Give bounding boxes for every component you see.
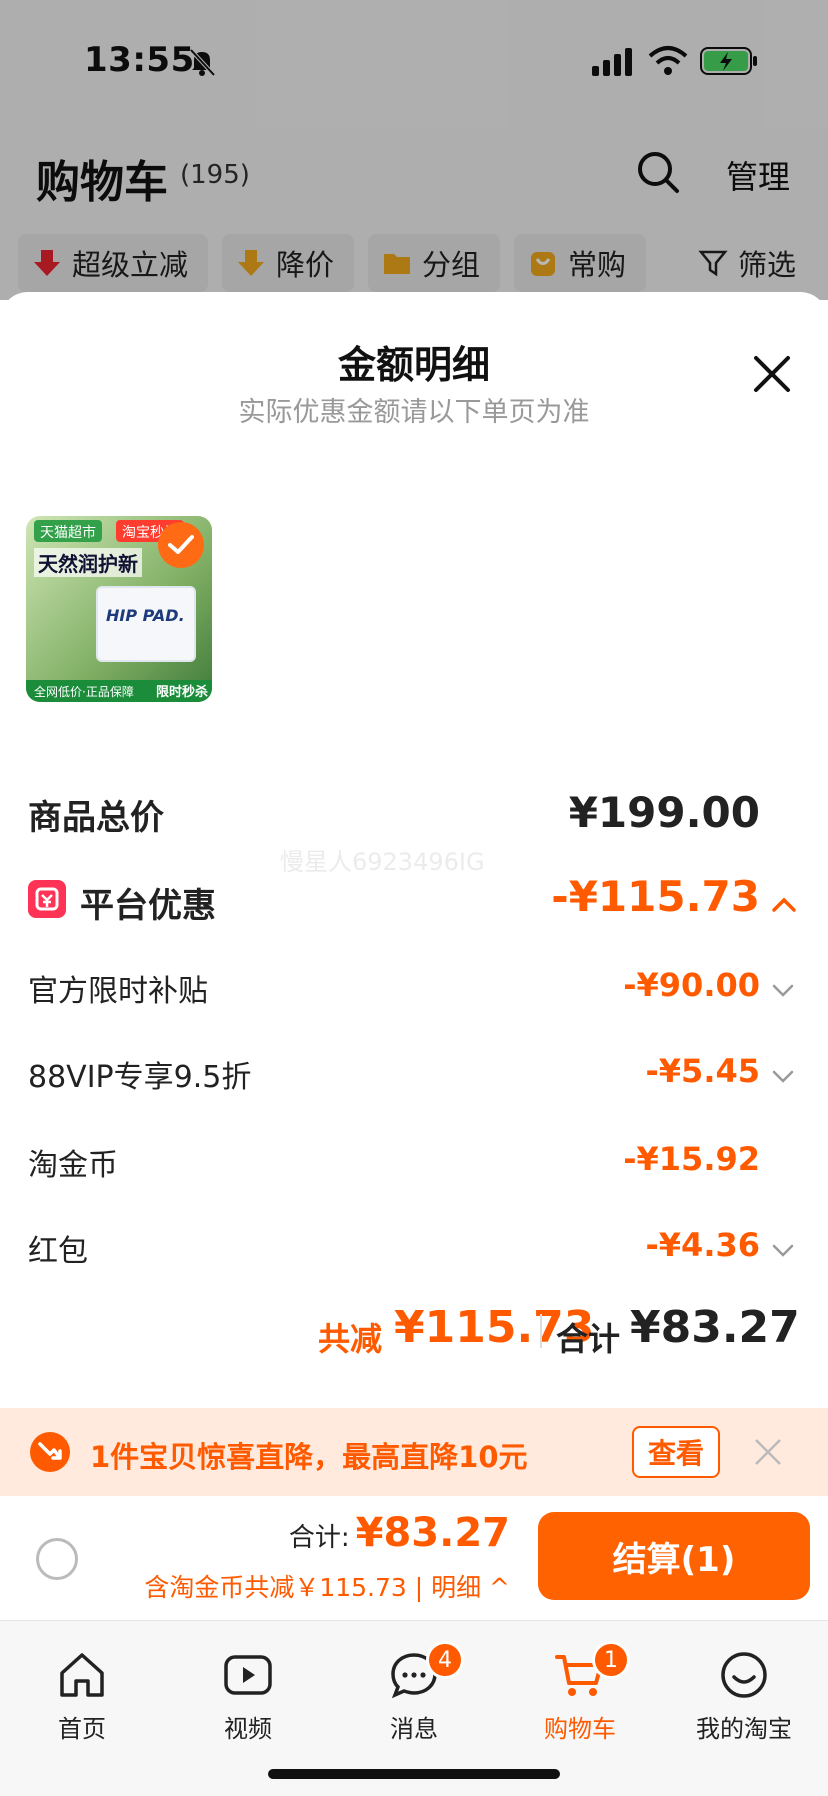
checkout-detail-link[interactable]: 含淘金币共减￥115.73 | 明细 ^ — [144, 1568, 510, 1604]
promo-view-button[interactable]: 查看 — [632, 1426, 720, 1478]
platform-discount-label: 平台优惠 — [80, 886, 216, 926]
thumb-bottom-right: 限时秒杀 — [155, 685, 208, 700]
red-packet-value: -¥4.36 — [645, 1226, 761, 1264]
profile-icon — [721, 1652, 767, 1698]
selected-check-icon[interactable] — [158, 522, 204, 568]
platform-discount-row[interactable]: 平台优惠 -¥115.73 — [0, 870, 828, 930]
vip-discount-row[interactable]: 88VIP专享9.5折 -¥5.45 — [0, 1050, 828, 1100]
thumb-headline: 天然润护新 — [34, 548, 142, 577]
chevron-down-icon[interactable] — [772, 1070, 794, 1084]
summary-divider — [540, 1314, 542, 1348]
saved-label: 共减 — [318, 1320, 383, 1358]
price-drop-icon — [30, 1432, 70, 1472]
checkout-button[interactable]: 结算(1) — [538, 1512, 810, 1600]
gold-coin-row: 淘金币 -¥15.92 — [0, 1138, 828, 1188]
tab-home[interactable]: 首页 — [22, 1631, 142, 1744]
chevron-down-icon[interactable] — [772, 984, 794, 998]
tab-label: 视频 — [224, 1715, 272, 1743]
gold-coin-label: 淘金币 — [28, 1148, 118, 1183]
video-icon — [224, 1655, 272, 1695]
goods-total-value: ¥199.00 — [568, 788, 760, 837]
thumb-product-box: HIP PAD. — [96, 586, 196, 662]
promo-text: 1件宝贝惊喜直降，最高直降10元 — [90, 1440, 528, 1474]
chevron-up-icon[interactable] — [772, 896, 796, 912]
red-packet-label: 红包 — [28, 1234, 88, 1269]
coupon-icon — [28, 880, 66, 918]
tab-video[interactable]: 视频 — [188, 1631, 308, 1744]
cart-badge: 1 — [592, 1641, 630, 1679]
cart-page-background: 13:55 购物车 (195) 管理 超级立减 降价 分组 常购 筛选 — [0, 0, 828, 300]
checkout-total-value: ¥83.27 — [355, 1510, 510, 1556]
official-subsidy-row[interactable]: 官方限时补贴 -¥90.00 — [0, 964, 828, 1014]
goods-total-label: 商品总价 — [28, 798, 164, 838]
home-icon — [60, 1653, 104, 1697]
vip-discount-value: -¥5.45 — [645, 1052, 761, 1090]
thumb-tag-tmall: 天猫超市 — [34, 520, 102, 542]
red-packet-row[interactable]: 红包 -¥4.36 — [0, 1224, 828, 1274]
thumb-bottom-left: 全网低价·正品保障 — [34, 685, 134, 699]
checkout-bar: 合计: ¥83.27 含淘金币共减￥115.73 | 明细 ^ 结算(1) — [0, 1496, 828, 1620]
tab-my-taobao[interactable]: 我的淘宝 — [684, 1631, 804, 1744]
sheet-subtitle: 实际优惠金额请以下单页为准 — [238, 397, 590, 428]
modal-dim-overlay[interactable] — [0, 0, 828, 300]
close-icon[interactable] — [752, 354, 792, 394]
tab-label: 首页 — [58, 1715, 106, 1743]
gold-coin-value: -¥15.92 — [623, 1140, 760, 1178]
platform-discount-value: -¥115.73 — [551, 872, 760, 921]
chevron-down-icon[interactable] — [772, 1244, 794, 1258]
tab-cart[interactable]: 购物车 1 — [520, 1631, 640, 1744]
goods-total-row: 商品总价 ¥199.00 — [0, 788, 828, 848]
checkout-total: 合计: ¥83.27 — [289, 1510, 510, 1556]
product-thumbnail[interactable]: 天猫超市 淘宝秒杀 天然润护新 HIP PAD. 全网低价·正品保障 限时秒杀 — [26, 516, 212, 702]
tab-label: 消息 — [390, 1715, 438, 1743]
sheet-title: 金额明细 — [337, 343, 490, 387]
official-subsidy-label: 官方限时补贴 — [28, 974, 208, 1009]
tab-messages[interactable]: 消息 4 — [354, 1631, 474, 1744]
bottom-tab-bar: 首页 视频 消息 4 购物车 1 我的淘宝 — [0, 1620, 828, 1796]
tab-label: 我的淘宝 — [696, 1715, 792, 1743]
total-label: 合计 — [556, 1320, 621, 1358]
unread-badge: 4 — [426, 1641, 464, 1679]
official-subsidy-value: -¥90.00 — [623, 966, 760, 1004]
tab-label: 购物车 — [544, 1715, 616, 1743]
price-drop-banner[interactable]: 1件宝贝惊喜直降，最高直降10元 查看 — [0, 1408, 828, 1496]
watermark: 慢星人6923496IG — [280, 848, 485, 876]
checkout-total-label: 合计: — [288, 1523, 350, 1553]
amount-summary: 共减 ¥115.73 合计 ¥83.27 — [0, 1302, 828, 1362]
total-value: ¥83.27 — [630, 1302, 800, 1353]
thumb-box-label: HIP PAD. — [106, 606, 185, 625]
vip-discount-label: 88VIP专享9.5折 — [28, 1060, 252, 1095]
home-indicator — [268, 1769, 560, 1779]
select-all-checkbox[interactable] — [36, 1538, 78, 1580]
close-icon[interactable] — [752, 1436, 784, 1468]
